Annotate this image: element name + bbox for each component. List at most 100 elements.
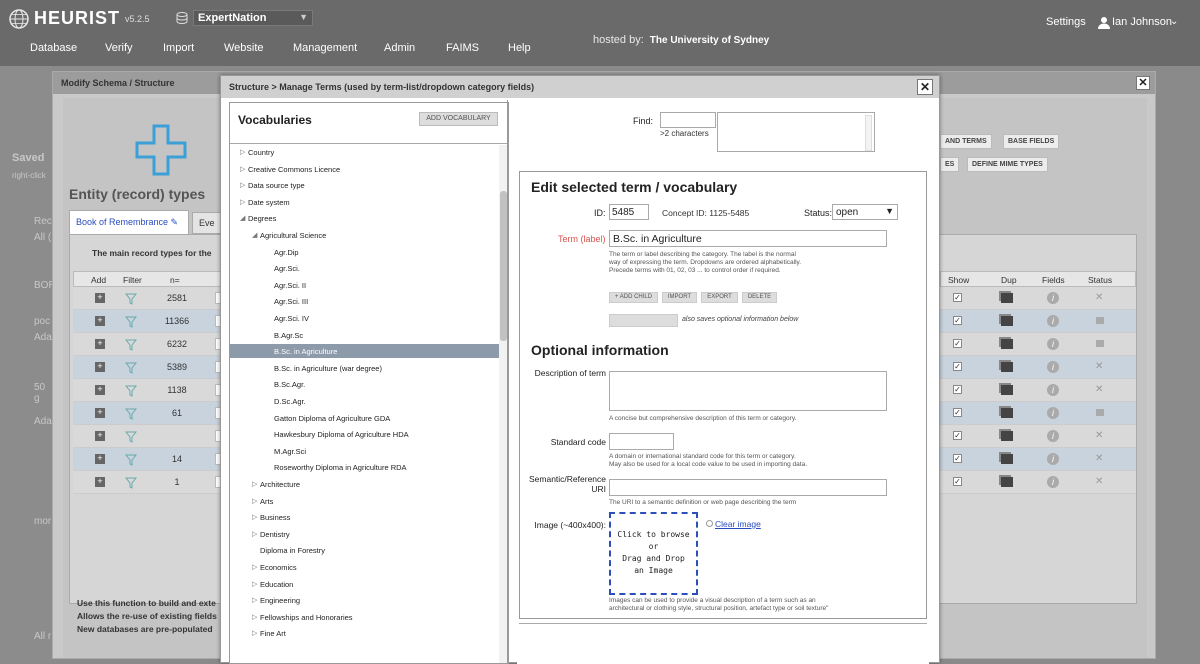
filter-icon[interactable] (125, 362, 137, 374)
chevron-down-icon[interactable]: ⌄ (1170, 16, 1178, 27)
import-button[interactable]: IMPORT (662, 292, 697, 303)
id-field[interactable]: 5485 (609, 204, 649, 220)
collapsed-triangle-icon[interactable]: ▷ (252, 613, 257, 621)
table-row[interactable]: +5389 (73, 356, 223, 379)
delete-icon[interactable]: ✕ (1095, 361, 1103, 372)
info-icon[interactable]: i (1047, 315, 1059, 327)
tree-item[interactable]: Country (248, 148, 274, 157)
tree-item[interactable]: Data source type (248, 181, 305, 190)
tree-item[interactable]: Hawkesbury Diploma of Agriculture HDA (274, 430, 409, 439)
collapsed-triangle-icon[interactable]: ▷ (252, 596, 257, 604)
settings-link[interactable]: Settings (1046, 16, 1086, 28)
export-button[interactable]: EXPORT (701, 292, 738, 303)
expanded-triangle-icon[interactable]: ◢ (240, 214, 245, 222)
add-child-button[interactable]: + ADD CHILD (609, 292, 658, 303)
table-row[interactable]: ✓ i ✕ (940, 287, 1136, 310)
define-mime-types-button[interactable]: DEFINE MIME TYPES (967, 157, 1048, 172)
add-icon[interactable]: + (95, 293, 105, 303)
tree-item[interactable]: D.Sc.Agr. (274, 397, 306, 406)
info-icon[interactable]: i (1047, 476, 1059, 488)
delete-button[interactable]: DELETE (742, 292, 777, 303)
info-icon[interactable]: i (1047, 338, 1059, 350)
tree-item[interactable]: Degrees (248, 214, 276, 223)
add-icon[interactable]: + (95, 339, 105, 349)
menu-faims[interactable]: FAIMS (446, 42, 479, 54)
image-dropzone[interactable]: Click to browse or Drag and Drop an Imag… (609, 512, 698, 595)
menu-help[interactable]: Help (508, 42, 531, 54)
collapsed-triangle-icon[interactable]: ▷ (252, 563, 257, 571)
show-checkbox[interactable]: ✓ (953, 454, 962, 463)
table-row[interactable]: ✓ i ✕ (940, 448, 1136, 471)
uri-input[interactable] (609, 479, 887, 496)
tree-item[interactable]: Education (260, 580, 293, 589)
menu-website[interactable]: Website (224, 42, 264, 54)
delete-icon[interactable]: ✕ (1095, 453, 1103, 464)
show-checkbox[interactable]: ✓ (953, 408, 962, 417)
tree-item-selected[interactable]: B.Sc. in Agriculture (230, 344, 499, 359)
duplicate-icon[interactable] (1001, 408, 1013, 418)
delete-icon[interactable]: ✕ (1095, 384, 1103, 395)
filter-icon[interactable] (125, 454, 137, 466)
collapsed-triangle-icon[interactable]: ▷ (240, 198, 245, 206)
collapsed-triangle-icon[interactable]: ▷ (240, 148, 245, 156)
close-icon[interactable]: ✕ (1136, 76, 1150, 90)
table-row[interactable]: +6232 (73, 333, 223, 356)
filter-icon[interactable] (125, 316, 137, 328)
delete-icon[interactable]: ✕ (1095, 476, 1103, 487)
show-checkbox[interactable]: ✓ (953, 362, 962, 371)
table-row[interactable]: +2581 (73, 287, 223, 310)
app-logo[interactable]: HEURIST (34, 8, 120, 29)
table-row[interactable]: ✓ i ✕ (940, 356, 1136, 379)
table-row[interactable]: ✓ i (940, 333, 1136, 356)
tab-events[interactable]: Eve (192, 212, 222, 234)
info-icon[interactable]: i (1047, 361, 1059, 373)
table-row[interactable]: +11366 (73, 310, 223, 333)
table-row[interactable]: ✓ i ✕ (940, 425, 1136, 448)
term-input[interactable]: B.Sc. in Agriculture (609, 230, 887, 247)
description-textarea[interactable] (609, 371, 887, 411)
right-button[interactable]: ES (940, 157, 960, 172)
menu-management[interactable]: Management (293, 42, 357, 54)
table-row[interactable]: +61 (73, 402, 223, 425)
tab-book-of-remembrance[interactable]: Book of Remembrance ✎ (69, 210, 189, 234)
add-icon[interactable]: + (95, 408, 105, 418)
duplicate-icon[interactable] (1001, 316, 1013, 326)
duplicate-icon[interactable] (1001, 431, 1013, 441)
tree-item[interactable]: Agr.Sci. III (274, 297, 308, 306)
add-icon[interactable]: + (95, 477, 105, 487)
filter-icon[interactable] (125, 477, 137, 489)
filter-icon[interactable] (125, 385, 137, 397)
collapsed-triangle-icon[interactable]: ▷ (252, 530, 257, 538)
tree-scrollbar-thumb[interactable] (500, 191, 507, 341)
info-icon[interactable]: i (1047, 384, 1059, 396)
tree-item[interactable]: Fellowships and Honoraries (260, 613, 353, 622)
delete-icon[interactable]: ✕ (1095, 430, 1103, 441)
duplicate-icon[interactable] (1001, 293, 1013, 303)
show-checkbox[interactable]: ✓ (953, 431, 962, 440)
info-icon[interactable]: i (1047, 453, 1059, 465)
show-checkbox[interactable]: ✓ (953, 339, 962, 348)
collapsed-triangle-icon[interactable]: ▷ (252, 629, 257, 637)
duplicate-icon[interactable] (1001, 362, 1013, 372)
tree-item[interactable]: Agr.Sci. (274, 264, 300, 273)
add-icon[interactable]: + (95, 431, 105, 441)
filter-icon[interactable] (125, 293, 137, 305)
tree-item[interactable]: B.Sc.Agr. (274, 380, 305, 389)
duplicate-icon[interactable] (1001, 339, 1013, 349)
add-icon[interactable]: + (95, 316, 105, 326)
show-checkbox[interactable]: ✓ (953, 477, 962, 486)
collapsed-triangle-icon[interactable]: ▷ (240, 165, 245, 173)
show-checkbox[interactable]: ✓ (953, 316, 962, 325)
duplicate-icon[interactable] (1001, 385, 1013, 395)
tree-item[interactable]: Engineering (260, 596, 300, 605)
tree-item[interactable]: Business (260, 513, 290, 522)
add-plus-icon[interactable] (135, 124, 187, 176)
tree-item[interactable]: Gatton Diploma of Agriculture GDA (274, 414, 390, 423)
filter-icon[interactable] (125, 408, 137, 420)
tree-item[interactable]: Agricultural Science (260, 231, 326, 240)
add-icon[interactable]: + (95, 385, 105, 395)
tree-item[interactable]: Diploma in Forestry (260, 546, 325, 555)
table-row[interactable]: ✓ i ✕ (940, 379, 1136, 402)
tree-item[interactable]: Arts (260, 497, 273, 506)
collapsed-triangle-icon[interactable]: ▷ (252, 513, 257, 521)
